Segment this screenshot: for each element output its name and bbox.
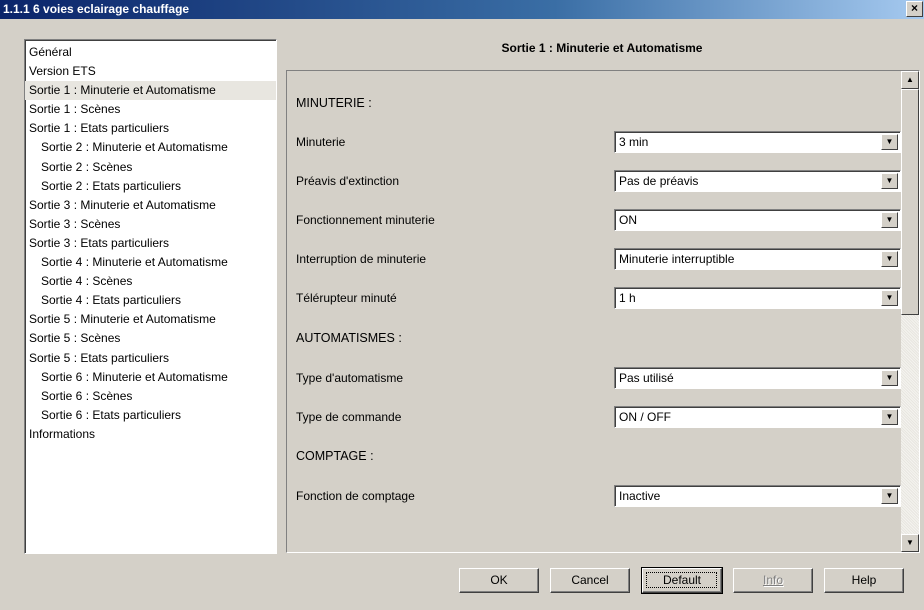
tree-item-sortie4-etats[interactable]: Sortie 4 : Etats particuliers [25,291,276,310]
arrow-down-icon: ▼ [906,538,914,547]
param-label-type-automatisme: Type d'automatisme [296,371,404,385]
fonction-comptage-select[interactable]: Inactive ▼ [614,485,901,507]
type-commande-value: ON / OFF [619,410,671,424]
chevron-down-icon[interactable]: ▼ [881,134,898,150]
panel-title: Sortie 1 : Minuterie et Automatisme [501,41,703,55]
fonction-comptage-value: Inactive [619,489,661,503]
chevron-down-icon[interactable]: ▼ [881,290,898,306]
chevron-down-icon[interactable]: ▼ [881,251,898,267]
parameters-panel: MINUTERIE : Minuterie 3 min ▼ Préavis d'… [286,70,920,553]
param-label-minuterie: Minuterie [296,135,346,149]
chevron-down-icon[interactable]: ▼ [881,409,898,425]
telerupteur-select[interactable]: 1 h ▼ [614,287,901,309]
param-row-telerupteur: Télérupteur minuté 1 h ▼ [296,287,901,309]
chevron-down-icon[interactable]: ▼ [881,488,898,504]
param-label-type-commande: Type de commande [296,410,402,424]
info-button-label: Info [762,573,783,587]
tree-item-sortie5-minuterie[interactable]: Sortie 5 : Minuterie et Automatisme [25,310,276,329]
type-automatisme-select[interactable]: Pas utilisé ▼ [614,367,901,389]
param-row-type-automatisme: Type d'automatisme Pas utilisé ▼ [296,367,901,389]
section-automatismes: AUTOMATISMES : [296,331,402,345]
ok-button[interactable]: OK [459,568,539,593]
focus-rectangle [646,572,717,588]
tree-item-sortie2-scenes[interactable]: Sortie 2 : Scènes [25,158,276,177]
tree-item-version-ets[interactable]: Version ETS [25,62,276,81]
chevron-down-icon[interactable]: ▼ [881,370,898,386]
tree-item-sortie5-etats[interactable]: Sortie 5 : Etats particuliers [25,349,276,368]
tree-item-sortie6-scenes[interactable]: Sortie 6 : Scènes [25,387,276,406]
interruption-value: Minuterie interruptible [619,252,735,266]
section-minuterie-row: MINUTERIE : [296,92,896,114]
tree-item-sortie3-scenes[interactable]: Sortie 3 : Scènes [25,215,276,234]
fonctionnement-select[interactable]: ON ▼ [614,209,901,231]
param-label-preavis: Préavis d'extinction [296,174,400,188]
param-row-type-commande: Type de commande ON / OFF ▼ [296,406,901,428]
parameter-tree: Général Version ETS Sortie 1 : Minuterie… [24,39,277,554]
close-icon: × [910,1,918,15]
preavis-select[interactable]: Pas de préavis ▼ [614,170,901,192]
param-row-preavis: Préavis d'extinction Pas de préavis ▼ [296,170,901,192]
minuterie-select[interactable]: 3 min ▼ [614,131,901,153]
tree-item-sortie5-scenes[interactable]: Sortie 5 : Scènes [25,329,276,348]
tree-item-sortie2-etats[interactable]: Sortie 2 : Etats particuliers [25,177,276,196]
help-button[interactable]: Help [824,568,904,593]
interruption-select[interactable]: Minuterie interruptible ▼ [614,248,901,270]
scrollbar-thumb[interactable] [901,89,919,315]
section-minuterie: MINUTERIE : [296,96,372,110]
param-row-minuterie: Minuterie 3 min ▼ [296,131,901,153]
tree-item-general[interactable]: Général [25,43,276,62]
vertical-scrollbar[interactable]: ▲ ▼ [901,71,919,552]
minuterie-value: 3 min [619,135,649,149]
tree-item-sortie4-minuterie[interactable]: Sortie 4 : Minuterie et Automatisme [25,253,276,272]
tree-item-sortie6-etats[interactable]: Sortie 6 : Etats particuliers [25,406,276,425]
param-label-fonction-comptage: Fonction de comptage [296,489,415,503]
window-title: 1.1.1 6 voies eclairage chauffage [3,2,190,16]
window-titlebar: 1.1.1 6 voies eclairage chauffage × [0,0,924,19]
tree-item-sortie3-minuterie[interactable]: Sortie 3 : Minuterie et Automatisme [25,196,276,215]
chevron-down-icon[interactable]: ▼ [881,212,898,228]
param-label-fonctionnement: Fonctionnement minuterie [296,213,435,227]
cancel-button[interactable]: Cancel [550,568,630,593]
telerupteur-value: 1 h [619,291,636,305]
tree-item-sortie4-scenes[interactable]: Sortie 4 : Scènes [25,272,276,291]
fonctionnement-value: ON [619,213,637,227]
scroll-up-button[interactable]: ▲ [901,71,919,89]
tree-item-sortie6-minuterie[interactable]: Sortie 6 : Minuterie et Automatisme [25,368,276,387]
section-comptage: COMPTAGE : [296,449,374,463]
type-automatisme-value: Pas utilisé [619,371,674,385]
default-button[interactable]: Default [641,567,723,594]
chevron-down-icon[interactable]: ▼ [881,173,898,189]
section-automatismes-row: AUTOMATISMES : [296,327,896,349]
param-label-interruption: Interruption de minuterie [296,252,427,266]
tree-item-informations[interactable]: Informations [25,425,276,444]
parameters-list: MINUTERIE : Minuterie 3 min ▼ Préavis d'… [287,71,901,552]
type-commande-select[interactable]: ON / OFF ▼ [614,406,901,428]
preavis-value: Pas de préavis [619,174,699,188]
tree-item-sortie1-minuterie[interactable]: Sortie 1 : Minuterie et Automatisme [25,81,276,101]
tree-item-sortie3-etats[interactable]: Sortie 3 : Etats particuliers [25,234,276,253]
param-row-fonctionnement: Fonctionnement minuterie ON ▼ [296,209,901,231]
close-button[interactable]: × [906,1,923,17]
arrow-up-icon: ▲ [906,75,914,84]
tree-item-sortie1-scenes[interactable]: Sortie 1 : Scènes [25,100,276,119]
param-label-telerupteur: Télérupteur minuté [296,291,397,305]
tree-item-sortie2-minuterie[interactable]: Sortie 2 : Minuterie et Automatisme [25,138,276,157]
info-button[interactable]: Info [733,568,813,593]
section-comptage-row: COMPTAGE : [296,445,896,467]
param-row-fonction-comptage: Fonction de comptage Inactive ▼ [296,485,901,507]
tree-item-sortie1-etats[interactable]: Sortie 1 : Etats particuliers [25,119,276,138]
scroll-down-button[interactable]: ▼ [901,534,919,552]
param-row-interruption: Interruption de minuterie Minuterie inte… [296,248,901,270]
